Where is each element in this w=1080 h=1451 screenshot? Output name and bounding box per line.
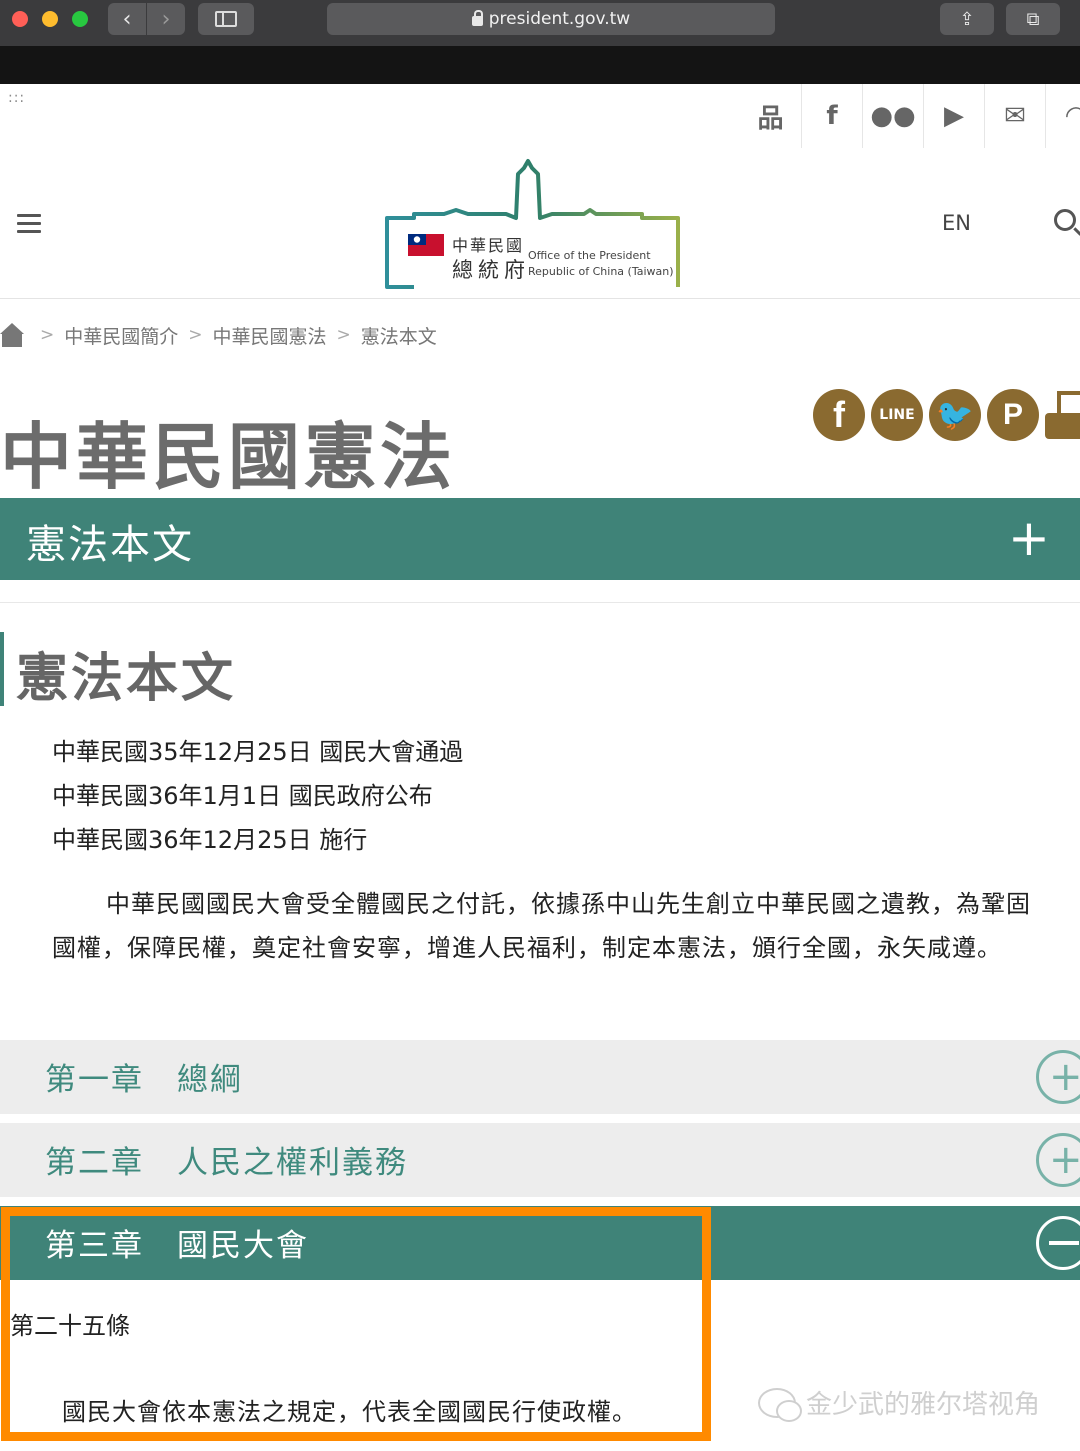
share-buttons: f LINE 🐦 P [813,389,1080,441]
twitter-share-icon[interactable]: 🐦 [929,389,981,441]
section-accordion-header[interactable]: 憲法本文 + [0,498,1080,580]
plus-glyph: + [1049,1054,1080,1100]
mail-icon[interactable]: ✉ [984,84,1045,148]
logo-en-line1: Office of the President [528,249,651,262]
url-text: president.gov.tw [488,9,631,29]
minimize-window-button[interactable] [42,11,58,27]
chapter-accordion-1[interactable]: 第一章 總綱 + [0,1040,1080,1114]
close-window-button[interactable] [12,11,28,27]
promulgation-dates: 中華民國35年12月25日 國民大會通過 中華民國36年1月1日 國民政府公布 … [52,730,463,862]
sidebar-toggle-button[interactable] [198,3,254,35]
preamble-text: 中華民國國民大會受全體國民之付託，依據孫中山先生創立中華民國之遺教，為鞏固國權，… [52,890,1031,962]
date-line: 中華民國35年12月25日 國民大會通過 [52,738,464,766]
facebook-icon[interactable]: f [801,84,862,148]
facebook-share-icon[interactable]: f [813,389,865,441]
back-button[interactable]: ‹ [108,3,146,35]
tabs-overview-button[interactable]: ⧉ [1006,3,1060,35]
collapse-circle-minus-icon[interactable] [1036,1216,1080,1270]
zoom-window-button[interactable] [72,11,88,27]
plurk-share-icon[interactable]: P [987,389,1039,441]
watermark: 金少武的雅尔塔视角 [758,1384,1041,1422]
expand-plus-icon[interactable]: + [1008,510,1050,566]
browser-tab-strip [0,46,1080,84]
page-title: 中華民國憲法 [0,415,457,499]
watermark-text: 金少武的雅尔塔视角 [806,1390,1041,1420]
logo-zh-line1: 中華民國 [452,236,525,255]
breadcrumb-separator: > [188,325,203,345]
browser-toolbar: ‹ › president.gov.tw ⇪ ⧉ [0,0,1080,46]
content-divider [0,602,1080,603]
article-title: 憲法本文 [16,649,237,709]
home-icon[interactable] [0,323,24,347]
sitemap-icon[interactable]: 品 [740,84,801,148]
breadcrumb-item-constitution[interactable]: 中華民國憲法 [213,322,327,349]
chevron-left-icon: ‹ [122,6,132,32]
plus-glyph: + [1049,1137,1080,1183]
logo-zh-line2: 總統府 [452,258,530,282]
tabs-icon: ⧉ [1026,8,1040,30]
rss-icon[interactable]: ◠ [1045,84,1080,148]
chapter-accordion-2[interactable]: 第二章 人民之權利義務 + [0,1123,1080,1197]
breadcrumb-separator: > [40,325,55,345]
lock-icon [471,10,483,26]
share-icon: ⇪ [959,8,975,30]
menu-icon[interactable] [17,214,41,234]
header-divider [0,298,1080,299]
section-title: 憲法本文 [26,522,194,568]
share-button[interactable]: ⇪ [940,3,994,35]
search-icon[interactable] [1054,209,1076,231]
sidebar-icon [215,11,237,27]
print-icon[interactable] [1045,389,1080,441]
site-logo[interactable]: 中華民國 總統府 Office of the President Republi… [384,158,684,290]
accessibility-dots-icon[interactable]: ::: [8,91,25,105]
expand-circle-plus-icon[interactable]: + [1036,1050,1080,1104]
date-line: 中華民國36年1月1日 國民政府公布 [52,782,433,810]
breadcrumb-item-current[interactable]: 憲法本文 [361,322,437,349]
chevron-right-icon: › [161,6,171,32]
address-bar[interactable]: president.gov.tw [327,3,775,35]
breadcrumb: > 中華民國簡介 > 中華民國憲法 > 憲法本文 [0,318,437,352]
highlight-annotation-box [1,1207,711,1441]
forward-button[interactable]: › [147,3,185,35]
chapter-title: 第一章 總綱 [45,1062,243,1098]
language-switch[interactable]: EN [942,211,971,235]
wechat-icon [758,1387,802,1422]
date-line: 中華民國36年12月25日 施行 [52,826,368,854]
logo-en-line2: Republic of China (Taiwan) [528,265,674,278]
title-accent-bar [0,632,4,706]
line-share-icon[interactable]: LINE [871,389,923,441]
breadcrumb-separator: > [336,325,351,345]
expand-circle-plus-icon[interactable]: + [1036,1133,1080,1187]
youtube-icon[interactable]: ▶ [923,84,984,148]
flickr-icon[interactable]: ●● [862,84,923,148]
top-social-links: 品 f ●● ▶ ✉ ◠ [740,84,1080,148]
chapter-title: 第二章 人民之權利義務 [45,1145,408,1181]
breadcrumb-item-intro[interactable]: 中華民國簡介 [64,322,178,349]
minus-glyph [1049,1241,1079,1245]
